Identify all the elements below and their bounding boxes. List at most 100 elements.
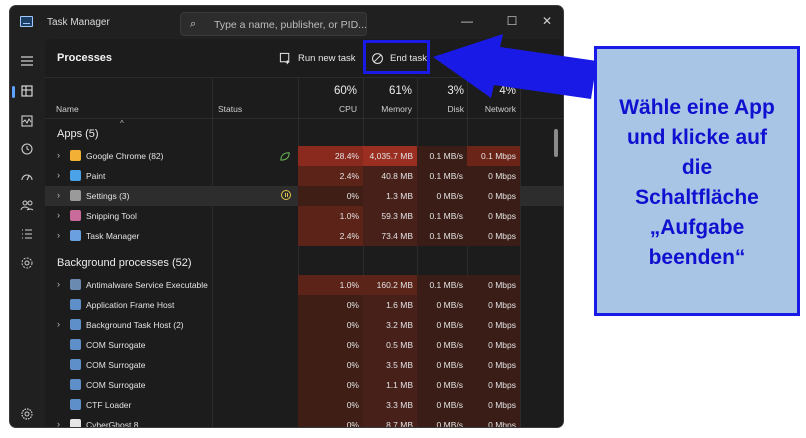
network-value: 0.1 Mbps <box>481 151 516 161</box>
annotation-text: Wähle eine App und klicke auf die Schalt… <box>597 93 797 273</box>
expand-chevron-icon[interactable]: › <box>57 230 60 240</box>
search-icon: ⌕ <box>190 18 197 30</box>
startup-apps-icon[interactable] <box>17 167 37 187</box>
efficiency-mode-button[interactable]: Efficiency mode <box>441 46 527 70</box>
disk-value: 0.1 MB/s <box>429 231 463 241</box>
efficiency-mode-label: Efficiency mode <box>460 52 527 64</box>
run-task-icon <box>279 52 290 64</box>
more-options-button[interactable]: ••• <box>537 49 555 65</box>
disk-value: 0 MB/s <box>436 191 463 201</box>
process-row[interactable]: › Settings (3) 0% 1.3 MB 0 MB/s 0 Mbps <box>45 186 563 206</box>
expand-chevron-icon[interactable]: › <box>57 190 60 200</box>
group-header: Apps (5) <box>57 128 99 140</box>
memory-value: 40.8 MB <box>381 171 413 181</box>
memory-value: 1.1 MB <box>386 380 413 390</box>
cpu-value: 2.4% <box>339 231 359 241</box>
app-history-icon[interactable] <box>17 139 37 159</box>
maximize-button[interactable]: ☐ <box>497 10 527 32</box>
disk-value: 0.1 MB/s <box>429 280 463 290</box>
network-total-pct: 4% <box>499 85 516 97</box>
users-icon[interactable] <box>17 195 37 215</box>
cpu-value: 0% <box>346 380 359 390</box>
window-icon <box>70 339 81 350</box>
processes-panel: Processes Run new task End task Efficien… <box>45 39 563 427</box>
disk-value: 0.1 MB/s <box>429 171 463 181</box>
suspended-pause-icon <box>281 190 291 200</box>
task-manager-icon <box>70 230 81 241</box>
disk-value: 0 MB/s <box>436 400 463 410</box>
process-name: Antimalware Service Executable <box>86 280 208 290</box>
run-new-task-button[interactable]: Run new task <box>279 46 356 70</box>
disk-value: 0 MB/s <box>436 340 463 350</box>
cpu-value: 0% <box>346 420 359 427</box>
efficiency-leaf-icon <box>442 53 453 64</box>
details-icon[interactable] <box>17 224 37 244</box>
snipping-tool-icon <box>70 210 81 221</box>
services-icon[interactable] <box>17 253 37 273</box>
disk-value: 0 MB/s <box>436 320 463 330</box>
network-value: 0 Mbps <box>488 211 516 221</box>
expand-chevron-icon[interactable]: › <box>57 170 60 180</box>
column-status[interactable]: Status <box>218 104 242 114</box>
memory-value: 160.2 MB <box>376 280 413 290</box>
settings-gear-icon[interactable] <box>17 404 37 424</box>
chrome-icon <box>70 150 81 161</box>
cpu-value: 0% <box>346 300 359 310</box>
annotation-line: beenden“ <box>648 246 746 269</box>
network-value: 0 Mbps <box>488 171 516 181</box>
search-box[interactable]: ⌕ Type a name, publisher, or PID... <box>180 12 367 36</box>
close-button[interactable]: ✕ <box>532 10 562 32</box>
process-row[interactable]: › Snipping Tool 1.0% 59.3 MB 0.1 MB/s 0 Mbps <box>45 206 563 226</box>
network-value: 0 Mbps <box>488 280 516 290</box>
expand-chevron-icon[interactable]: › <box>57 279 60 289</box>
process-name: COM Surrogate <box>86 380 146 390</box>
disk-value: 0.1 MB/s <box>429 211 463 221</box>
expand-chevron-icon[interactable]: › <box>57 150 60 160</box>
annotation-line: und klicke auf <box>626 126 768 149</box>
cpu-value: 2.4% <box>339 171 359 181</box>
column-network[interactable]: Network <box>467 104 516 114</box>
annotation-line: Schaltfläche <box>635 186 759 209</box>
column-name[interactable]: Name <box>56 104 79 114</box>
expand-chevron-icon[interactable]: › <box>57 419 60 427</box>
memory-value: 3.2 MB <box>386 320 413 330</box>
process-row[interactable]: › Antimalware Service Executable 1.0% 160.2… <box>45 275 563 295</box>
process-name: CyberGhost 8 <box>86 420 139 427</box>
process-row[interactable]: › Google Chrome (82) 28.4% 4,035.7 MB 0.1 MB… <box>45 146 563 166</box>
window-title: Task Manager <box>47 17 110 28</box>
expand-chevron-icon[interactable]: › <box>57 319 60 329</box>
scrollbar[interactable] <box>554 129 558 157</box>
process-row[interactable]: COM Surrogate 0% 3.5 MB 0 MB/s 0 Mbps <box>45 355 563 375</box>
group-header: Background processes (52) <box>57 257 192 269</box>
disk-value: 0.1 MB/s <box>429 151 463 161</box>
process-row[interactable]: › Task Manager 2.4% 73.4 MB 0.1 MB/s 0 Mbps <box>45 226 563 246</box>
sort-ascending-icon: ^ <box>120 119 124 128</box>
memory-value: 3.3 MB <box>386 400 413 410</box>
column-memory[interactable]: Memory <box>363 104 412 114</box>
hamburger-menu-icon[interactable] <box>17 51 37 71</box>
process-row[interactable]: Application Frame Host 0% 1.6 MB 0 MB/s 0 Mb… <box>45 295 563 315</box>
process-row[interactable]: › CyberGhost 8 0% 8.7 MB 0 MB/s 0 Mbps <box>45 415 563 427</box>
process-row[interactable]: › Paint 2.4% 40.8 MB 0.1 MB/s 0 Mbps <box>45 166 563 186</box>
process-row[interactable]: COM Surrogate 0% 1.1 MB 0 MB/s 0 Mbps <box>45 375 563 395</box>
cpu-value: 0% <box>346 400 359 410</box>
network-value: 0 Mbps <box>488 320 516 330</box>
column-header-row: ^ Name Status 60% CPU 61% Memory 3% Disk… <box>45 78 563 128</box>
process-name: CTF Loader <box>86 400 132 410</box>
cpu-value: 1.0% <box>339 280 359 290</box>
performance-icon[interactable] <box>17 111 37 131</box>
processes-icon[interactable] <box>17 81 37 101</box>
process-row[interactable]: › Background Task Host (2) 0% 3.2 MB 0 MB/s 0… <box>45 315 563 335</box>
process-name: COM Surrogate <box>86 360 146 370</box>
expand-chevron-icon[interactable]: › <box>57 210 60 220</box>
column-cpu[interactable]: CPU <box>300 104 357 114</box>
network-value: 0 Mbps <box>488 360 516 370</box>
minimize-button[interactable]: — <box>452 10 482 32</box>
efficiency-leaf-icon <box>280 152 290 161</box>
process-row[interactable]: CTF Loader 0% 3.3 MB 0 MB/s 0 Mbps <box>45 395 563 415</box>
search-input[interactable]: Type a name, publisher, or PID... <box>214 19 367 31</box>
network-value: 0 Mbps <box>488 191 516 201</box>
column-disk[interactable]: Disk <box>417 104 464 114</box>
process-name: Background Task Host (2) <box>86 320 184 330</box>
process-row[interactable]: COM Surrogate 0% 0.5 MB 0 MB/s 0 Mbps <box>45 335 563 355</box>
